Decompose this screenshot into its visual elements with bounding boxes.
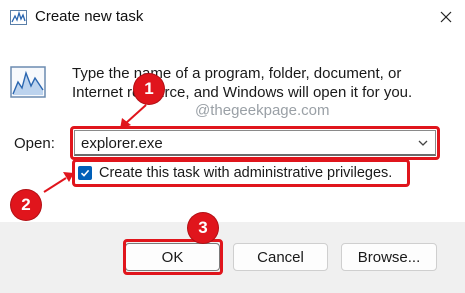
- step-badge-3: 3: [188, 213, 218, 243]
- step-badge-1: 1: [134, 74, 164, 104]
- arrow-2: [43, 172, 74, 193]
- arrow-1: [120, 104, 147, 129]
- annotation-arrows: [43, 104, 147, 193]
- step-badge-2: 2: [11, 190, 41, 220]
